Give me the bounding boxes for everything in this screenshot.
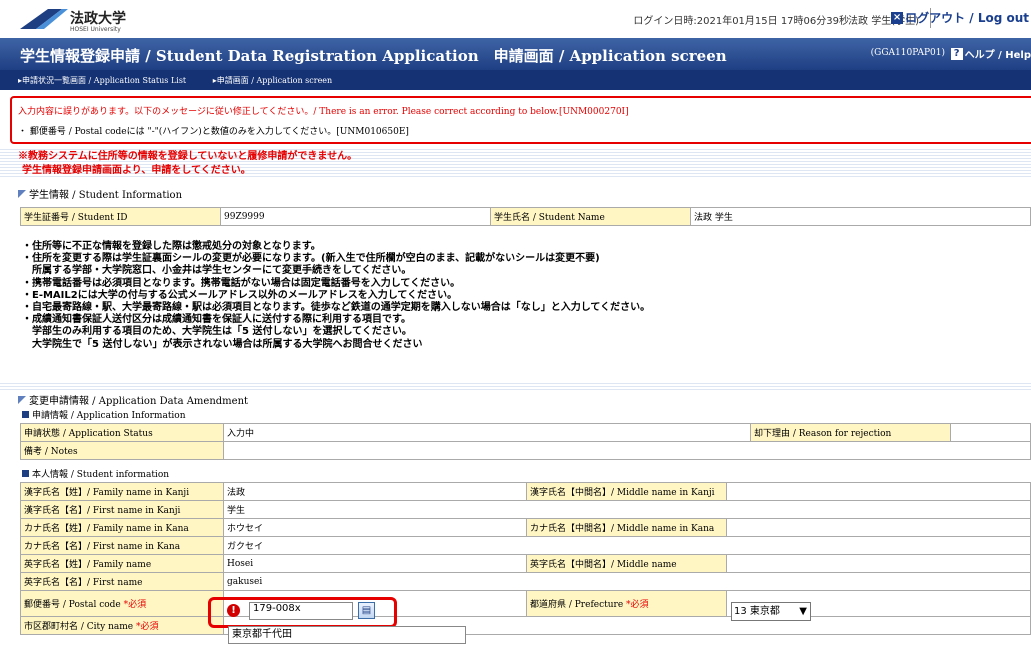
kana-family-label: カナ氏名【姓】/ Family name in Kana	[20, 518, 224, 537]
kana-first-value: ガクセイ	[223, 536, 1031, 555]
application-info-heading: 申請情報 / Application Information	[22, 408, 186, 421]
note-line: ・E-MAIL2には大学の付与する公式メールアドレス以外のメールアドレスを入力し…	[22, 289, 458, 301]
note-line: 大学院生で「5 送付しない」が表示されない場合は所属する大学院へお問合せください	[22, 338, 423, 350]
city-label: 市区郡町村名 / City name *必須	[20, 616, 224, 635]
note-line: ・成績通知書保証人送付区分は成績通知書を保証人に送付する際に利用する項目です。	[22, 314, 411, 326]
note-line: ・携帯電話番号は必須項目となります。携帯電話がない場合は固定電話番号を入力してく…	[22, 277, 461, 289]
breadcrumb-item-status-list[interactable]: ▸申請状況一覧画面 / Application Status List	[18, 76, 198, 85]
kana-first-label: カナ氏名【名】/ First name in Kana	[20, 536, 224, 555]
error-main: 入力内容に誤りがあります。以下のメッセージに従い修正してください。/ There…	[18, 107, 629, 117]
top-bar: 法政大学 HOSEI University ログイン日時:2021年01月15日…	[0, 0, 1031, 38]
note-line: ・住所を変更する際は学生証裏面シールの変更が必要になります。(新入生で住所欄が空…	[22, 253, 600, 265]
notes-list: ・住所等に不正な情報を登録した際は懲戒処分の対象となります。 ・住所を変更する際は…	[22, 241, 650, 351]
breadcrumb-item-application[interactable]: ▸申請画面 / Application screen	[213, 76, 345, 85]
logo-text: 法政大学	[70, 11, 126, 27]
warning-line-2: 学生情報登録申請画面より、申請をしてください。	[22, 165, 251, 176]
logout-button[interactable]: × ログアウト / Log out	[891, 9, 1029, 26]
prefecture-label: 都道府県 / Prefecture *必須	[526, 590, 727, 617]
kanji-family-value: 法政	[223, 482, 527, 501]
note-line: ・住所等に不正な情報を登録した際は懲戒処分の対象となります。	[22, 241, 321, 252]
address-lookup-button[interactable]: ▤	[358, 602, 375, 619]
amendment-heading: 変更申請情報 / Application Data Amendment	[18, 392, 248, 407]
status-label: 申請状態 / Application Status	[20, 423, 224, 442]
application-info-table: 申請状態 / Application Status 入力中 却下理由 / Rea…	[20, 423, 1031, 460]
prefecture-select[interactable]: 13 東京都 ▼	[731, 602, 811, 621]
address-book-icon: ▤	[361, 605, 372, 616]
prefecture-selected: 13 東京都	[734, 606, 780, 617]
city-input[interactable]: 東京都千代田	[228, 626, 466, 644]
note-line: 学部生のみ利用する項目のため、大学院生は「5 送付しない」を選択してください。	[22, 326, 412, 338]
rejection-label: 却下理由 / Reason for rejection	[750, 423, 951, 442]
required-mark: *必須	[135, 622, 159, 632]
kanji-first-value: 学生	[223, 500, 1031, 519]
kanji-first-label: 漢字氏名【名】/ First name in Kanji	[20, 500, 224, 519]
notes-label: 備考 / Notes	[20, 441, 224, 460]
help-icon: ?	[950, 47, 963, 60]
rejection-value	[950, 423, 1031, 442]
student-info-heading: 学生情報 / Student Information	[18, 186, 182, 201]
notes-value	[223, 441, 1031, 460]
help-label: ヘルプ / Help	[964, 50, 1031, 61]
personal-info-heading: 本人情報 / Student information	[22, 467, 169, 480]
en-family-value: Hosei	[223, 554, 527, 573]
kana-middle-label: カナ氏名【中間名】/ Middle name in Kana	[526, 518, 727, 537]
login-datetime: ログイン日時:2021年01月15日 17時06分39秒	[633, 16, 849, 27]
kanji-middle-value	[726, 482, 1031, 501]
corner-icon	[18, 189, 26, 198]
square-bullet-icon	[22, 411, 29, 418]
en-family-label: 英字氏名【姓】/ Family name	[20, 554, 224, 573]
student-info-table: 学生証番号 / Student ID 99Z9999 学生氏名 / Studen…	[20, 207, 1031, 226]
section-divider	[0, 382, 1031, 390]
en-middle-value	[726, 554, 1031, 573]
kanji-middle-label: 漢字氏名【中間名】/ Middle name in Kanji	[526, 482, 727, 501]
student-name-value: 法政 学生	[690, 207, 1031, 226]
error-message-box: 入力内容に誤りがあります。以下のメッセージに従い修正してください。/ There…	[10, 96, 1031, 144]
page-title: 学生情報登録申請 / Student Data Registration App…	[20, 47, 727, 65]
en-middle-label: 英字氏名【中間名】/ Middle name	[526, 554, 727, 573]
en-first-label: 英字氏名【名】/ First name	[20, 572, 224, 591]
close-icon: ×	[891, 11, 904, 24]
error-icon: !	[227, 604, 240, 617]
logo-subtext: HOSEI University	[70, 26, 121, 33]
screen-id: (GGA110PAP01)	[870, 48, 945, 58]
en-first-value: gakusei	[223, 572, 1031, 591]
student-id-value: 99Z9999	[220, 207, 491, 226]
logout-label: ログアウト / Log out	[905, 11, 1029, 25]
student-name-label: 学生氏名 / Student Name	[490, 207, 691, 226]
note-line: ・自宅最寄路線・駅、大学最寄路線・駅は必須項目となります。徒歩など鉄道の通学定期…	[22, 302, 651, 314]
required-mark: *必須	[123, 600, 147, 610]
chevron-down-icon: ▼	[799, 606, 807, 617]
kanji-family-label: 漢字氏名【姓】/ Family name in Kanji	[20, 482, 224, 501]
personal-info-table: 漢字氏名【姓】/ Family name in Kanji 法政 漢字氏名【中間…	[20, 482, 1031, 635]
square-bullet-icon	[22, 470, 29, 477]
corner-icon	[18, 395, 26, 404]
help-button[interactable]: ? ヘルプ / Help	[950, 46, 1031, 61]
error-detail: ・ 郵便番号 / Postal codeには "-"(ハイフン)と数値のみを入力…	[18, 127, 409, 137]
postal-code-label: 郵便番号 / Postal code *必須	[20, 590, 224, 617]
student-id-label: 学生証番号 / Student ID	[20, 207, 221, 226]
note-line: 所属する学部・大学院窓口、小金井は学生センターにて変更手続きをしてください。	[22, 265, 412, 277]
kana-family-value: ホウセイ	[223, 518, 527, 537]
breadcrumb: ▸申請状況一覧画面 / Application Status List ▸申請画…	[0, 70, 1031, 90]
title-bar: 学生情報登録申請 / Student Data Registration App…	[0, 38, 1031, 70]
kana-middle-value	[726, 518, 1031, 537]
status-value: 入力中	[223, 423, 751, 442]
required-mark: *必須	[626, 600, 649, 610]
postal-code-input[interactable]: 179-008x	[249, 602, 353, 620]
warning-line-1: ※教務システムに住所等の情報を登録していないと履修申請ができません。	[18, 151, 358, 162]
